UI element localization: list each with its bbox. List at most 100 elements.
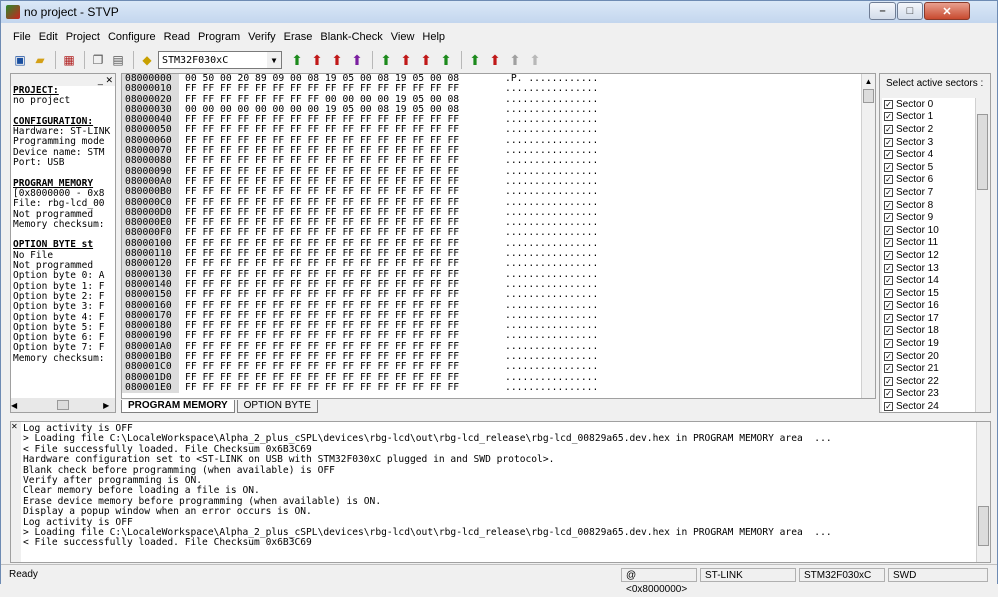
menu-file[interactable]: File [9, 31, 35, 43]
device-icon[interactable]: ◆ [138, 51, 156, 69]
maximize-button[interactable]: □ [897, 2, 923, 20]
sector-item[interactable]: ✓ Sector 9 [882, 211, 975, 224]
sector-checkbox[interactable]: ✓ [884, 276, 893, 286]
blank-check-current-tab-icon[interactable]: ⬆ [466, 51, 484, 69]
sector-checkbox[interactable]: ✓ [884, 402, 893, 412]
scroll-right-icon[interactable]: ▶ [103, 401, 109, 410]
chevron-down-icon[interactable]: ▼ [267, 52, 281, 68]
hex-bytes[interactable]: FF FF FF FF FF FF FF FF FF FF FF FF FF F… [179, 289, 489, 300]
sector-checkbox[interactable]: ✓ [884, 225, 893, 235]
sector-checkbox[interactable]: ✓ [884, 351, 893, 361]
device-select[interactable]: STM32F030xC ▼ [158, 51, 282, 69]
scroll-left-icon[interactable]: ◀ [11, 401, 17, 410]
sector-item[interactable]: ✓ Sector 23 [882, 388, 975, 401]
scrollbar-thumb[interactable] [978, 506, 989, 546]
verify-all-tabs-icon[interactable]: ⬆ [397, 51, 415, 69]
menu-project[interactable]: Project [62, 31, 104, 43]
erase-all-tabs-icon[interactable]: ⬆ [437, 51, 455, 69]
sector-item[interactable]: ✓ Sector 17 [882, 312, 975, 325]
sector-item[interactable]: ✓ Sector 18 [882, 325, 975, 338]
program-all-tabs-icon[interactable]: ⬆ [348, 51, 366, 69]
close-icon[interactable]: ✕ [105, 75, 113, 86]
close-button[interactable]: ✕ [924, 2, 970, 20]
sector-item[interactable]: ✓ Sector 22 [882, 375, 975, 388]
sector-checkbox[interactable]: ✓ [884, 99, 893, 109]
tab-option-byte[interactable]: OPTION BYTE [236, 400, 318, 413]
sector-checkbox[interactable]: ✓ [884, 200, 893, 210]
sector-item[interactable]: ✓ Sector 20 [882, 350, 975, 363]
sector-checkbox[interactable]: ✓ [884, 137, 893, 147]
vertical-scrollbar[interactable]: ▲ [861, 74, 875, 398]
menu-program[interactable]: Program [194, 31, 244, 43]
sector-checkbox[interactable]: ✓ [884, 213, 893, 223]
sector-item[interactable]: ✓ Sector 2 [882, 123, 975, 136]
sector-checkbox[interactable]: ✓ [884, 313, 893, 323]
sector-checkbox[interactable]: ✓ [884, 339, 893, 349]
sector-item[interactable]: ✓ Sector 19 [882, 337, 975, 350]
sector-item[interactable]: ✓ Sector 1 [882, 111, 975, 124]
panel-minimize-icon[interactable]: _ [98, 75, 103, 85]
erase-current-tab-icon[interactable]: ⬆ [417, 51, 435, 69]
sector-item[interactable]: ✓ Sector 8 [882, 199, 975, 212]
read-current-tab-icon[interactable]: ⬆ [288, 51, 306, 69]
sector-checkbox[interactable]: ✓ [884, 238, 893, 248]
sector-checkbox[interactable]: ✓ [884, 301, 893, 311]
scrollbar-thumb[interactable] [57, 400, 70, 410]
sector-item[interactable]: ✓ Sector 16 [882, 300, 975, 313]
sector-checkbox[interactable]: ✓ [884, 326, 893, 336]
sector-item[interactable]: ✓ Sector 13 [882, 262, 975, 275]
paste-icon[interactable]: ▤ [109, 51, 127, 69]
copy-icon[interactable]: ❐ [89, 51, 107, 69]
blank-check-all-tabs-icon[interactable]: ⬆ [486, 51, 504, 69]
menu-erase[interactable]: Erase [280, 31, 317, 43]
menu-read[interactable]: Read [160, 31, 194, 43]
menu-help[interactable]: Help [418, 31, 449, 43]
sector-item[interactable]: ✓ Sector 14 [882, 274, 975, 287]
sector-item[interactable]: ✓ Sector 21 [882, 362, 975, 375]
scrollbar-thumb[interactable] [863, 89, 874, 103]
sector-item[interactable]: ✓ Sector 0 [882, 98, 975, 111]
menu-configure[interactable]: Configure [104, 31, 160, 43]
hex-bytes[interactable]: FF FF FF FF FF FF FF FF FF FF FF FF FF F… [179, 382, 489, 393]
sector-item[interactable]: ✓ Sector 5 [882, 161, 975, 174]
program-current-tab-icon[interactable]: ⬆ [328, 51, 346, 69]
menu-verify[interactable]: Verify [244, 31, 280, 43]
sector-checkbox[interactable]: ✓ [884, 162, 893, 172]
sector-checkbox[interactable]: ✓ [884, 112, 893, 122]
chip-icon[interactable]: ▦ [60, 51, 78, 69]
sector-item[interactable]: ✓ Sector 3 [882, 136, 975, 149]
compare-icon[interactable]: ⬆ [506, 51, 524, 69]
menu-edit[interactable]: Edit [35, 31, 62, 43]
read-all-tabs-icon[interactable]: ⬆ [308, 51, 326, 69]
tab-program-memory[interactable]: PROGRAM MEMORY [121, 400, 235, 413]
sector-checkbox[interactable]: ✓ [884, 389, 893, 399]
menu-view[interactable]: View [387, 31, 419, 43]
menu-blank-check[interactable]: Blank-Check [316, 31, 386, 43]
sector-item[interactable]: ✓ Sector 4 [882, 148, 975, 161]
hex-ascii[interactable]: ................ [489, 382, 598, 393]
log-gripper[interactable]: ✕ [11, 422, 21, 562]
verify-current-tab-icon[interactable]: ⬆ [377, 51, 395, 69]
scrollbar-thumb[interactable] [977, 114, 988, 190]
log-scrollbar[interactable] [976, 422, 990, 562]
sector-checkbox[interactable]: ✓ [884, 150, 893, 160]
sector-checkbox[interactable]: ✓ [884, 187, 893, 197]
sector-item[interactable]: ✓ Sector 10 [882, 224, 975, 237]
sector-checkbox[interactable]: ✓ [884, 250, 893, 260]
hex-ascii[interactable]: ................ [489, 289, 598, 300]
minimize-button[interactable]: – [869, 2, 896, 20]
sector-checkbox[interactable]: ✓ [884, 376, 893, 386]
sector-checkbox[interactable]: ✓ [884, 175, 893, 185]
sector-item[interactable]: ✓ Sector 7 [882, 186, 975, 199]
open-icon[interactable]: ▰ [31, 51, 49, 69]
hex-editor[interactable]: 08000000 00 50 00 20 89 09 00 08 19 05 00… [121, 73, 876, 399]
sector-item[interactable]: ✓ Sector 6 [882, 174, 975, 187]
sector-item[interactable]: ✓ Sector 15 [882, 287, 975, 300]
sector-item[interactable]: ✓ Sector 12 [882, 249, 975, 262]
sector-checkbox[interactable]: ✓ [884, 288, 893, 298]
sector-item[interactable]: ✓ Sector 24 [882, 400, 975, 412]
sector-item[interactable]: ✓ Sector 11 [882, 237, 975, 250]
sector-checkbox[interactable]: ✓ [884, 263, 893, 273]
horizontal-scrollbar[interactable]: ◀ ▶ [11, 398, 115, 412]
sector-scrollbar[interactable] [975, 98, 989, 412]
